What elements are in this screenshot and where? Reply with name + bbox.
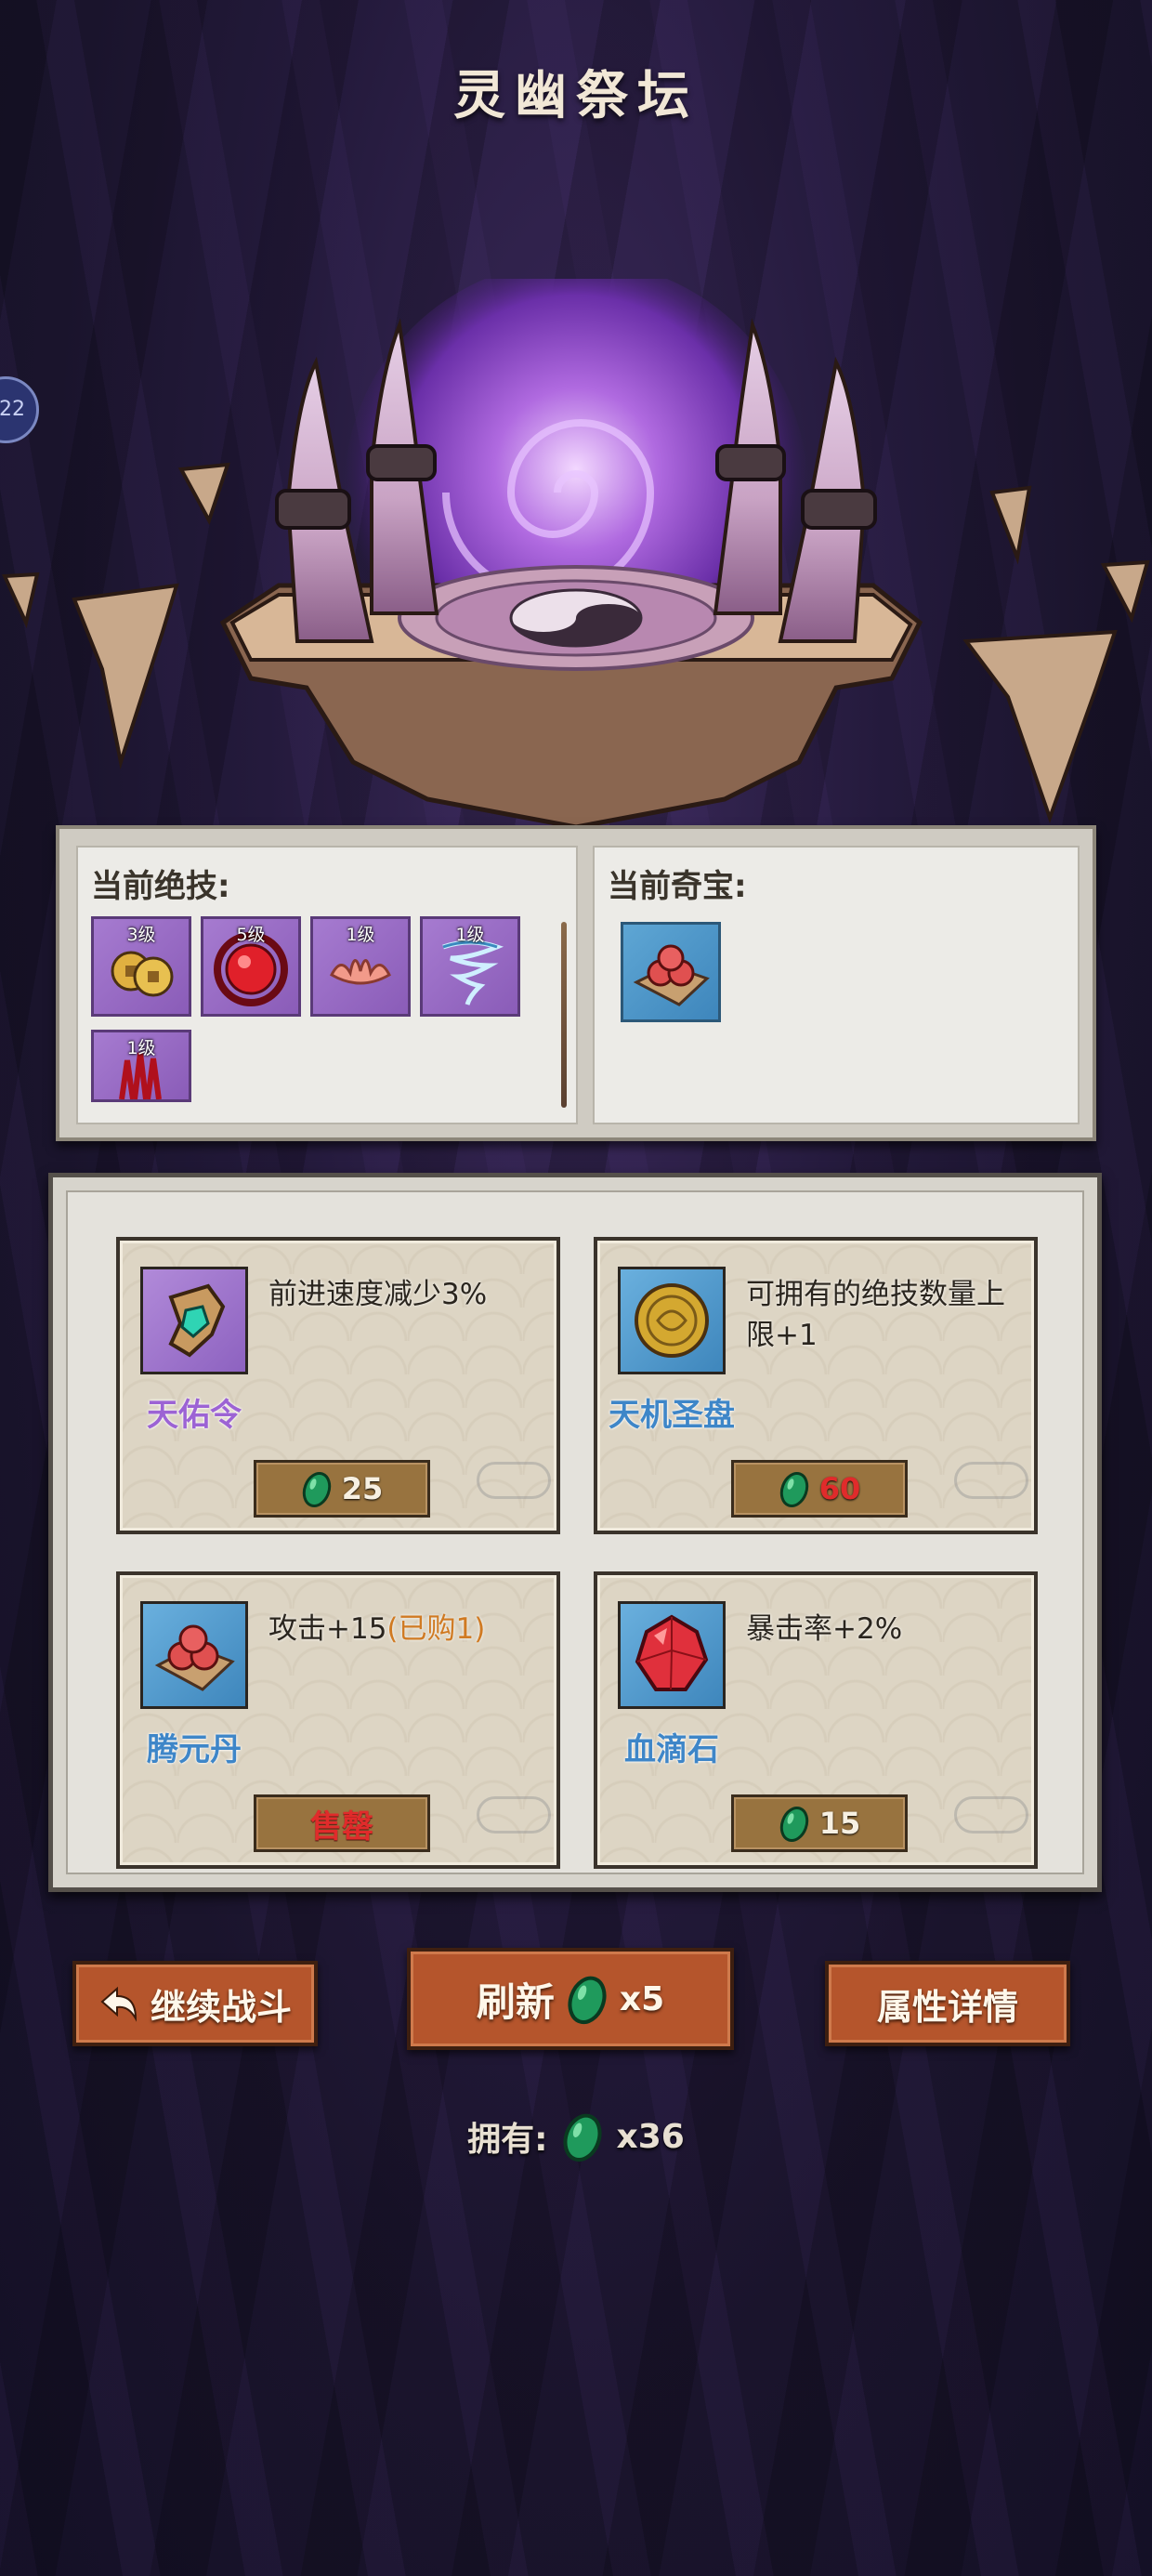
shop-item-icon: [140, 1267, 248, 1374]
pills-plate-icon: [154, 1624, 235, 1691]
cloud-decoration: [477, 1796, 551, 1833]
jade-currency-icon: [302, 1472, 331, 1507]
shop-item-card[interactable]: 血滴石 暴击率+2% 15: [594, 1571, 1038, 1869]
price-value: 15: [818, 1806, 861, 1841]
current-treasures-label: 当前奇宝:: [608, 868, 747, 905]
talisman-icon: [168, 1283, 226, 1358]
shop-item-name: 腾元丹: [147, 1731, 242, 1768]
jade-currency-icon: [779, 1472, 808, 1507]
sold-out-button[interactable]: 售罄: [254, 1794, 430, 1852]
current-treasures-section: 当前奇宝:: [593, 846, 1080, 1124]
owned-label: 拥有:: [467, 2121, 548, 2159]
shop-panel: 天佑令 前进速度减少3% 25 天机圣盘 可拥有的绝技数量上限+1 60 腾元丹…: [48, 1173, 1102, 1892]
owned-count: x36: [616, 2117, 685, 2156]
buy-button[interactable]: 25: [254, 1460, 430, 1518]
treasure-slot-pills[interactable]: [621, 922, 721, 1022]
back-arrow-icon: [100, 1986, 137, 2022]
skill-slot-coins[interactable]: 3级: [91, 916, 191, 1017]
page-title: 灵幽祭坛: [453, 66, 699, 126]
shop-item-icon: [618, 1267, 726, 1374]
shop-item-desc: 可拥有的绝技数量上限+1: [746, 1278, 1005, 1352]
shop-item-icon: [140, 1601, 248, 1709]
cloud-decoration: [954, 1796, 1028, 1833]
attribute-details-label: 属性详情: [876, 1986, 1018, 2028]
skill-level: 3级: [126, 925, 156, 945]
shop-item-desc: 攻击+15(已购1): [268, 1612, 486, 1646]
shop-item-name: 天佑令: [147, 1397, 242, 1434]
skill-level: 1级: [346, 925, 375, 945]
blood-gem-icon: [635, 1614, 709, 1691]
skill-slot-blood-claw[interactable]: 1级: [91, 1030, 191, 1102]
buy-button[interactable]: 15: [731, 1794, 908, 1852]
jade-currency-icon: [562, 2113, 602, 2162]
bought-note: (已购1): [386, 1612, 486, 1646]
owned-currency: 拥有: x36: [0, 2109, 1152, 2163]
shop-item-name: 天机圣盘: [609, 1397, 735, 1434]
shop-item-card[interactable]: 天佑令 前进速度减少3% 25: [116, 1237, 560, 1534]
current-skills-label: 当前绝技:: [91, 868, 230, 905]
refresh-button[interactable]: 刷新 x5: [407, 1948, 734, 2050]
attribute-details-button[interactable]: 属性详情: [825, 1961, 1070, 2046]
buy-button[interactable]: 60: [731, 1460, 908, 1518]
shop-item-name: 血滴石: [624, 1731, 719, 1768]
skill-level: 1级: [455, 925, 485, 945]
shop-item-desc: 暴击率+2%: [746, 1612, 903, 1646]
equipped-panel: 当前绝技: 3级 5级 1级 1级 1级 当前奇宝:: [56, 825, 1096, 1141]
skill-slot-red-orb[interactable]: 5级: [201, 916, 301, 1017]
cloud-decoration: [477, 1462, 551, 1499]
refresh-cost: x5: [619, 1979, 665, 2018]
refresh-label: 刷新: [476, 1978, 555, 2025]
continue-battle-label: 继续战斗: [150, 1986, 292, 2028]
skill-slot-whirlwind[interactable]: 1级: [420, 916, 520, 1017]
pills-plate-icon: [633, 944, 710, 1006]
skill-slot-lotus[interactable]: 1级: [310, 916, 411, 1017]
skills-scrollbar[interactable]: [561, 922, 567, 1108]
cloud-decoration: [954, 1462, 1028, 1499]
jade-currency-icon: [779, 1807, 808, 1842]
shop-grid: 天佑令 前进速度减少3% 25 天机圣盘 可拥有的绝技数量上限+1 60 腾元丹…: [66, 1190, 1084, 1874]
continue-battle-button[interactable]: 继续战斗: [72, 1961, 318, 2046]
jade-currency-icon: [568, 1976, 607, 2025]
current-skills-section: 当前绝技: 3级 5级 1级 1级 1级: [76, 846, 578, 1124]
shop-item-card[interactable]: 腾元丹 攻击+15(已购1) 售罄: [116, 1571, 560, 1869]
skill-level: 1级: [126, 1038, 156, 1058]
price-value: 60: [818, 1471, 861, 1506]
shop-item-card[interactable]: 天机圣盘 可拥有的绝技数量上限+1 60: [594, 1237, 1038, 1534]
altar-illustration: [1, 279, 1150, 830]
skill-level: 5级: [236, 925, 266, 945]
price-value: 25: [341, 1471, 384, 1506]
shop-item-desc: 前进速度减少3%: [268, 1278, 488, 1311]
sold-out-label: 售罄: [310, 1807, 373, 1846]
shop-item-icon: [618, 1601, 726, 1709]
golden-disc-icon: [635, 1283, 709, 1358]
